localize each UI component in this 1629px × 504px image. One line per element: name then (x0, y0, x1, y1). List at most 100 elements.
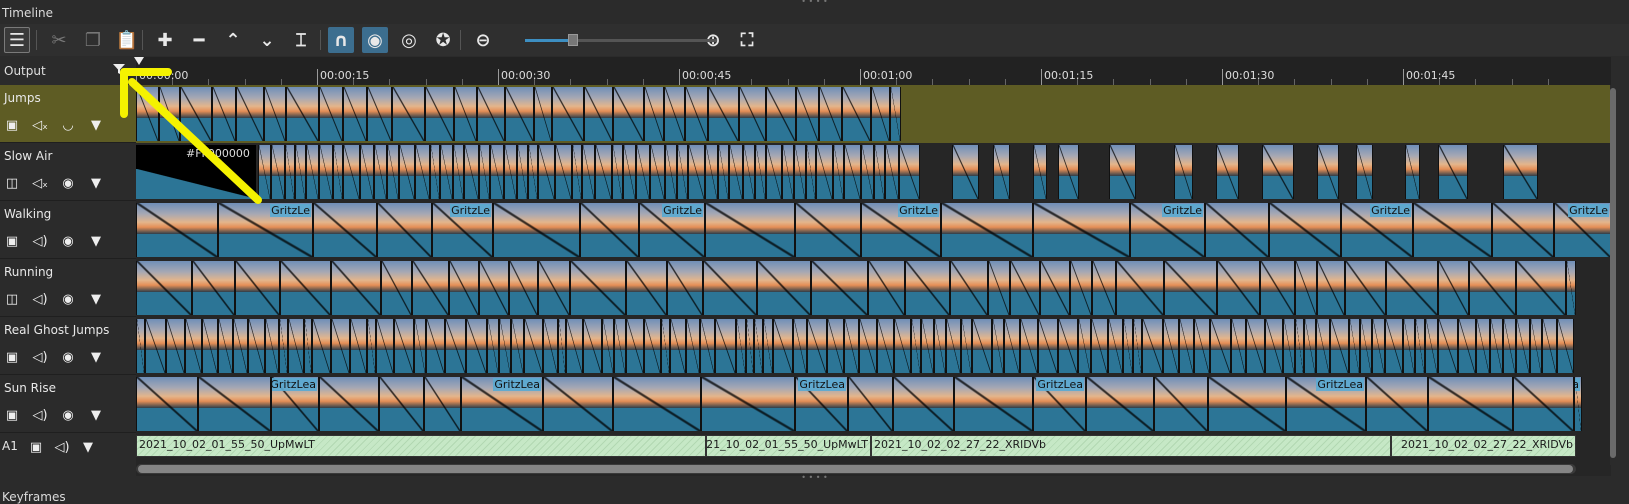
clip[interactable] (885, 145, 899, 199)
clip[interactable] (509, 261, 538, 315)
clip[interactable]: GritzLea (1286, 377, 1366, 431)
clip[interactable] (1194, 319, 1210, 373)
clip[interactable] (477, 87, 505, 141)
clip[interactable]: GritzLea (1574, 377, 1582, 431)
cut-button[interactable]: ✂ (46, 27, 72, 53)
clip[interactable] (992, 319, 1004, 373)
clip[interactable] (644, 87, 664, 141)
clip[interactable] (1503, 145, 1538, 199)
clip[interactable] (746, 319, 754, 373)
clip[interactable] (757, 261, 811, 315)
clip[interactable] (703, 261, 757, 315)
clip[interactable] (739, 87, 766, 141)
clip[interactable] (331, 319, 350, 373)
clip[interactable] (504, 145, 517, 199)
clip[interactable] (844, 145, 861, 199)
clip[interactable] (773, 319, 793, 373)
clip[interactable] (1330, 319, 1349, 373)
clip[interactable] (304, 319, 312, 373)
clip[interactable] (1295, 261, 1317, 315)
clip[interactable]: GritzLea (461, 377, 543, 431)
clip[interactable]: GritzLe (1130, 203, 1205, 257)
clip[interactable] (487, 319, 499, 373)
track-lane[interactable] (136, 85, 1611, 143)
clip[interactable] (1476, 319, 1490, 373)
clip[interactable] (1208, 377, 1286, 431)
clip[interactable] (1345, 261, 1386, 315)
clip[interactable] (950, 261, 988, 315)
clip[interactable] (1246, 319, 1265, 373)
clip[interactable] (664, 87, 685, 141)
clip[interactable] (582, 145, 595, 199)
scrub-button[interactable]: ◉ (362, 27, 388, 53)
speaker-icon[interactable]: ◁) (52, 437, 72, 457)
clip[interactable] (874, 145, 885, 199)
clip[interactable] (285, 145, 295, 199)
clip[interactable] (595, 145, 612, 199)
clip[interactable] (558, 319, 566, 373)
track-header[interactable]: Sun Rise ▣ ◁) ◉ ▼ (0, 375, 136, 433)
clip[interactable] (644, 319, 661, 373)
clip[interactable] (453, 145, 464, 199)
audio-clip[interactable]: 2021_10_02_02_27_22_XRlDVb (871, 435, 1391, 457)
clip[interactable] (360, 145, 374, 199)
clip[interactable] (667, 261, 703, 315)
clip[interactable] (718, 145, 729, 199)
clip[interactable] (1372, 319, 1385, 373)
clip[interactable] (524, 319, 543, 373)
hidden-icon[interactable]: ◡ (58, 115, 78, 135)
clip[interactable] (306, 145, 319, 199)
clip[interactable] (899, 145, 920, 199)
clip[interactable] (921, 319, 934, 373)
clip[interactable] (665, 145, 677, 199)
clip[interactable] (454, 87, 477, 141)
clip[interactable] (793, 319, 807, 373)
audio-clip[interactable]: 2021_10_02_02_27_22_XRlDVb (1391, 435, 1576, 457)
clip[interactable] (394, 319, 414, 373)
clip[interactable] (807, 319, 827, 373)
filter-icon[interactable]: ▼ (86, 115, 106, 135)
clip[interactable] (198, 377, 271, 431)
clip[interactable] (499, 319, 511, 373)
clip[interactable] (583, 319, 602, 373)
clip[interactable] (258, 145, 271, 199)
clip[interactable] (464, 145, 479, 199)
clip[interactable] (343, 145, 360, 199)
clip[interactable] (1516, 261, 1566, 315)
lift-button[interactable]: ⌃ (220, 27, 246, 53)
clip[interactable] (1542, 319, 1557, 373)
output-filter-icon[interactable] (112, 62, 126, 76)
clip[interactable] (136, 203, 218, 257)
unlock-icon[interactable]: ◫ (2, 173, 22, 193)
clip[interactable] (286, 87, 319, 141)
clip[interactable] (701, 377, 795, 431)
clip[interactable] (1503, 319, 1516, 373)
clip[interactable] (367, 87, 392, 141)
lock-icon[interactable]: ▣ (2, 231, 22, 251)
clip[interactable] (555, 145, 572, 199)
filter-icon[interactable]: ▼ (86, 173, 106, 193)
zoom-fit-button[interactable]: ⛶ (734, 27, 760, 53)
vertical-scrollbar-thumb[interactable] (1610, 88, 1616, 458)
clip[interactable] (1469, 261, 1516, 315)
clip[interactable] (1349, 319, 1360, 373)
clip[interactable] (1316, 319, 1330, 373)
clip[interactable] (379, 377, 424, 431)
audio-track-header[interactable]: A1 ▣ ◁) ▼ (0, 433, 136, 461)
clip[interactable] (1458, 319, 1476, 373)
panel-resize-grip-bottom[interactable]: • • • • (0, 474, 1629, 482)
track-lane[interactable]: GritzLe GritzLe GritzLe GritzLe GritzLe Gritz… (136, 201, 1611, 259)
overwrite-button[interactable]: ⌄ (254, 27, 280, 53)
clip[interactable] (1413, 203, 1492, 257)
clip[interactable] (1174, 145, 1193, 199)
clip[interactable] (235, 261, 280, 315)
horizontal-scrollbar-thumb[interactable] (138, 465, 1573, 473)
clip[interactable] (754, 319, 763, 373)
clip[interactable] (685, 87, 708, 141)
filter-icon[interactable]: ▼ (86, 405, 106, 425)
clip[interactable] (1216, 145, 1239, 199)
clip[interactable] (686, 319, 700, 373)
clip[interactable] (1163, 319, 1179, 373)
clip[interactable] (333, 145, 343, 199)
speaker-icon[interactable]: ◁) (30, 231, 50, 251)
